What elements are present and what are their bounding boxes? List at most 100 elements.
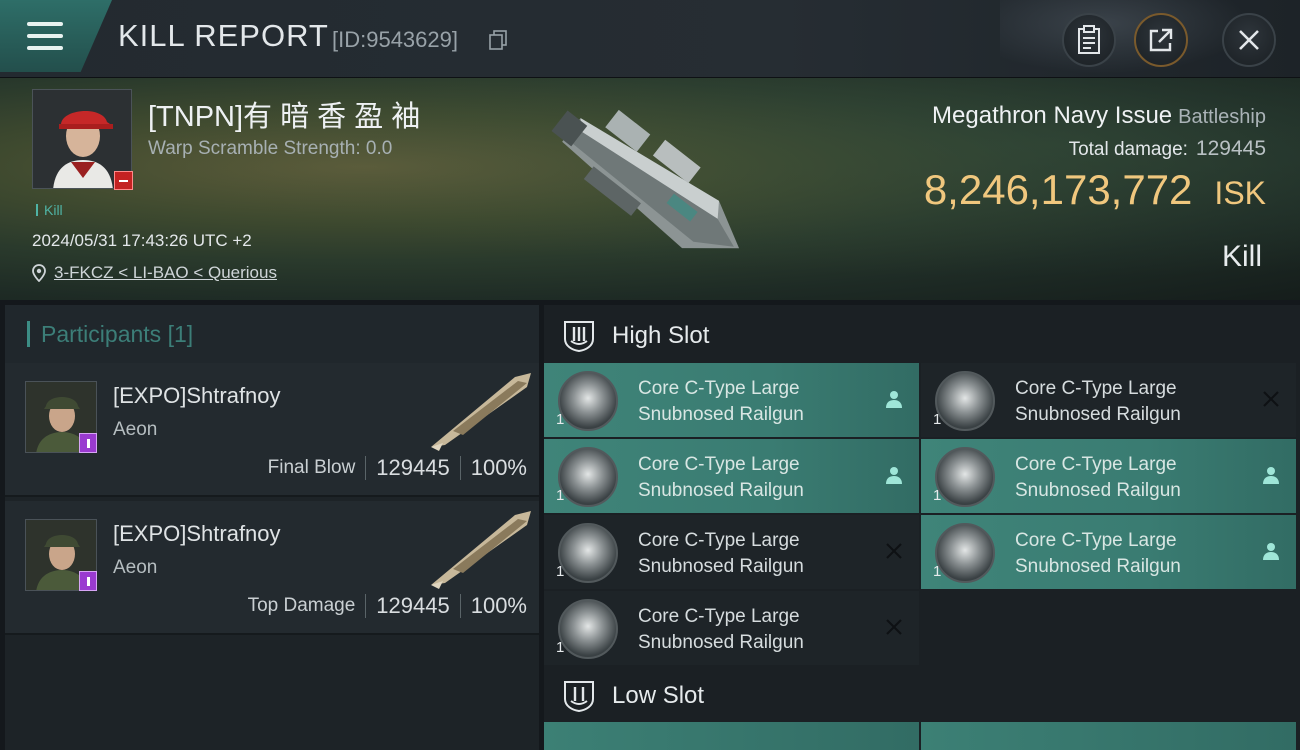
module-name: Core C-Type Large Snubnosed Railgun [638,378,804,425]
module-quantity: 1 [556,487,565,504]
copy-icon[interactable] [489,30,507,50]
close-button[interactable] [1222,13,1276,67]
location-link[interactable]: 3-FKCZ < LI-BAO < Querious [54,263,277,283]
kill-id: [ID:9543629] [332,27,458,52]
participant-role: Final Blow [267,457,356,478]
total-damage: Total damage: 129445 [1069,137,1266,161]
railgun-icon [558,523,618,583]
isk-unit: ISK [1214,175,1266,211]
victim-ship-render[interactable] [520,83,770,298]
hostile-standing-badge [114,171,133,190]
fitting-panel: High Slot 1 Core C-Type Large Snubnosed R… [544,305,1300,750]
railgun-icon [935,371,995,431]
ship-name-text: Megathron Navy Issue [932,102,1173,129]
kill-summary-banner: [TNPN]有 暗 香 盈 袖 Warp Scramble Strength: … [0,78,1300,300]
participants-accent-bar [27,321,30,347]
low-slot-module-partial[interactable] [544,722,919,750]
kill-datetime: 2024/05/31 17:43:26 UTC +2 [32,231,252,250]
destroyed-x-icon [1263,391,1279,407]
railgun-icon [558,371,618,431]
participant-percent: 100% [470,455,527,480]
dropped-person-icon [1263,543,1279,560]
module-quantity: 1 [933,563,942,580]
module-quantity: 1 [556,563,565,580]
module-name: Core C-Type Large Snubnosed Railgun [638,454,804,501]
module-name: Core C-Type Large Snubnosed Railgun [1015,378,1181,425]
module-item[interactable]: 1 Core C-Type Large Snubnosed Railgun [544,363,919,437]
module-quantity: 1 [556,639,565,656]
share-icon [1149,28,1173,52]
kill-type-tag: Kill [36,202,63,218]
participant-role: Top Damage [247,595,356,616]
ship-class: Battleship [1178,106,1266,128]
module-quantity: 1 [556,411,565,428]
participants-count: [1] [167,321,194,347]
railgun-icon [935,523,995,583]
participant-row[interactable]: [EXPO]Shtrafnoy Aeon Top Damage 129445 1… [5,501,539,635]
module-quantity: 1 [933,487,942,504]
victim-name[interactable]: [TNPN]有 暗 香 盈 袖 [148,93,420,135]
page-title: KILL REPORT [118,18,329,53]
planet-backdrop [1000,0,1260,78]
destroyed-x-icon [886,619,902,635]
participant-name[interactable]: [EXPO]Shtrafnoy [113,383,281,409]
warp-scramble-strength: Warp Scramble Strength: 0.0 [148,138,393,159]
module-name: Core C-Type Large Snubnosed Railgun [1015,530,1181,577]
module-name: Core C-Type Large Snubnosed Railgun [638,530,804,577]
low-slot-header: Low Slot [544,667,1300,725]
module-item[interactable]: 1 Core C-Type Large Snubnosed Railgun [921,439,1296,513]
module-quantity: 1 [933,411,942,428]
low-slot-module-partial[interactable] [921,722,1296,750]
participant-damage: 129445 [376,593,450,618]
low-slot-label: Low Slot [612,682,705,709]
kill-location[interactable]: 3-FKCZ < LI-BAO < Querious [32,263,277,283]
participant-ship-icon[interactable] [423,369,535,453]
clipboard-button[interactable] [1062,13,1116,67]
kill-result: Kill [1221,240,1262,273]
dropped-person-icon [886,467,902,484]
corp-badge [79,433,97,453]
participant-stats: Final Blow 129445 100% [268,455,527,481]
railgun-icon [558,447,618,507]
top-bar: KILL REPORT [ID:9543629] [0,0,1300,78]
victim-ship-name[interactable]: Megathron Navy Issue Battleship [932,102,1266,130]
total-damage-label: Total damage: [1068,139,1188,160]
destroyed-x-icon [886,543,902,559]
dropped-person-icon [1263,467,1279,484]
total-damage-value: 129445 [1195,137,1266,160]
participants-header[interactable]: Participants [1] [5,305,539,363]
participant-ship-icon[interactable] [423,507,535,591]
module-item[interactable]: 1 Core C-Type Large Snubnosed Railgun [921,363,1296,437]
participant-row[interactable]: [EXPO]Shtrafnoy Aeon Final Blow 129445 1… [5,363,539,497]
module-name: Core C-Type Large Snubnosed Railgun [1015,454,1181,501]
high-slot-label: High Slot [612,322,710,349]
participant-name[interactable]: [EXPO]Shtrafnoy [113,521,281,547]
high-slot-icon [564,321,594,353]
close-icon [1239,30,1259,50]
low-slot-icon [564,681,594,713]
dropped-person-icon [886,391,902,408]
corp-badge [79,571,97,591]
menu-button[interactable] [0,0,112,72]
participant-percent: 100% [470,593,527,618]
module-name: Core C-Type Large Snubnosed Railgun [638,606,804,653]
module-item[interactable]: 1 Core C-Type Large Snubnosed Railgun [544,591,919,665]
railgun-icon [558,599,618,659]
high-slot-header: High Slot [544,307,1300,365]
participants-panel: Participants [1] [EXPO]Shtrafnoy Aeon Fi… [5,305,539,750]
module-item[interactable]: 1 Core C-Type Large Snubnosed Railgun [544,515,919,589]
clipboard-icon [1078,25,1100,54]
participants-title: Participants [1] [41,321,194,347]
share-button[interactable] [1134,13,1188,67]
participant-ship: Aeon [113,419,158,440]
isk-amount: 8,246,173,772 [923,166,1193,213]
participant-damage: 129445 [376,455,450,480]
participant-stats: Top Damage 129445 100% [248,593,527,619]
isk-value: 8,246,173,772 ISK [924,166,1266,214]
module-item[interactable]: 1 Core C-Type Large Snubnosed Railgun [921,515,1296,589]
location-pin-icon [32,264,46,282]
railgun-icon [935,447,995,507]
module-item[interactable]: 1 Core C-Type Large Snubnosed Railgun [544,439,919,513]
hamburger-icon [27,22,63,50]
participant-ship: Aeon [113,557,158,578]
